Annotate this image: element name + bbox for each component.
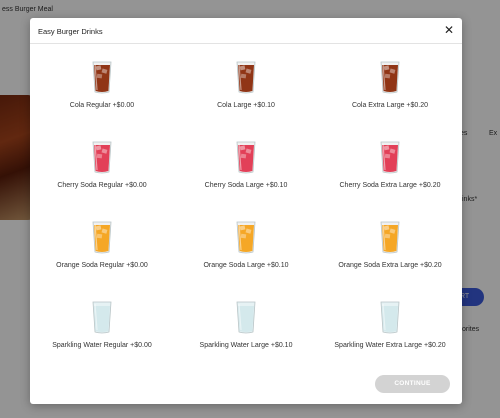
drink-option-cola[interactable]: Cola Large +$0.10: [174, 60, 318, 110]
drink-option-cola[interactable]: Cola Extra Large +$0.20: [318, 60, 462, 110]
cola-glass-icon: [92, 61, 112, 94]
cola-glass-icon: [236, 61, 256, 94]
drink-option-orange[interactable]: Orange Soda Large +$0.10: [174, 220, 318, 270]
drink-option-label: Orange Soda Extra Large +$0.20: [338, 262, 442, 269]
drink-option-orange[interactable]: Orange Soda Regular +$0.00: [30, 220, 174, 270]
drinks-modal: Easy Burger Drinks ✕ Cola Regular +$0.00…: [30, 18, 462, 404]
cola-glass-icon: [380, 61, 400, 94]
drink-option-label: Sparkling Water Regular +$0.00: [52, 342, 152, 349]
orange-glass-icon: [236, 221, 256, 254]
drink-option-label: Cherry Soda Extra Large +$0.20: [339, 182, 441, 189]
cherry-glass-icon: [380, 141, 400, 174]
drink-option-label: Cherry Soda Large +$0.10: [204, 182, 288, 189]
drink-option-label: Cola Large +$0.10: [217, 102, 275, 109]
cherry-glass-icon: [92, 141, 112, 174]
continue-button[interactable]: CONTINUE: [375, 375, 450, 393]
close-icon[interactable]: ✕: [442, 23, 456, 37]
drink-option-label: Orange Soda Regular +$0.00: [56, 262, 148, 269]
drink-option-label: Cola Regular +$0.00: [69, 102, 135, 109]
drink-option-label: Orange Soda Large +$0.10: [203, 262, 289, 269]
drink-option-water[interactable]: Sparkling Water Regular +$0.00: [30, 300, 174, 350]
drink-option-cola[interactable]: Cola Regular +$0.00: [30, 60, 174, 110]
drink-option-label: Sparkling Water Extra Large +$0.20: [334, 342, 446, 349]
drink-option-label: Cola Extra Large +$0.20: [351, 102, 429, 109]
drink-option-cherry[interactable]: Cherry Soda Regular +$0.00: [30, 140, 174, 190]
drink-option-cherry[interactable]: Cherry Soda Large +$0.10: [174, 140, 318, 190]
drink-option-orange[interactable]: Orange Soda Extra Large +$0.20: [318, 220, 462, 270]
modal-title: Easy Burger Drinks: [38, 27, 103, 36]
drink-option-label: Sparkling Water Large +$0.10: [199, 342, 293, 349]
cherry-glass-icon: [236, 141, 256, 174]
drink-option-label: Cherry Soda Regular +$0.00: [57, 182, 147, 189]
orange-glass-icon: [380, 221, 400, 254]
orange-glass-icon: [92, 221, 112, 254]
modal-header: Easy Burger Drinks ✕: [30, 18, 462, 44]
water-glass-icon: [92, 301, 112, 334]
drink-option-water[interactable]: Sparkling Water Extra Large +$0.20: [318, 300, 462, 350]
water-glass-icon: [380, 301, 400, 334]
drink-option-cherry[interactable]: Cherry Soda Extra Large +$0.20: [318, 140, 462, 190]
drink-option-water[interactable]: Sparkling Water Large +$0.10: [174, 300, 318, 350]
water-glass-icon: [236, 301, 256, 334]
